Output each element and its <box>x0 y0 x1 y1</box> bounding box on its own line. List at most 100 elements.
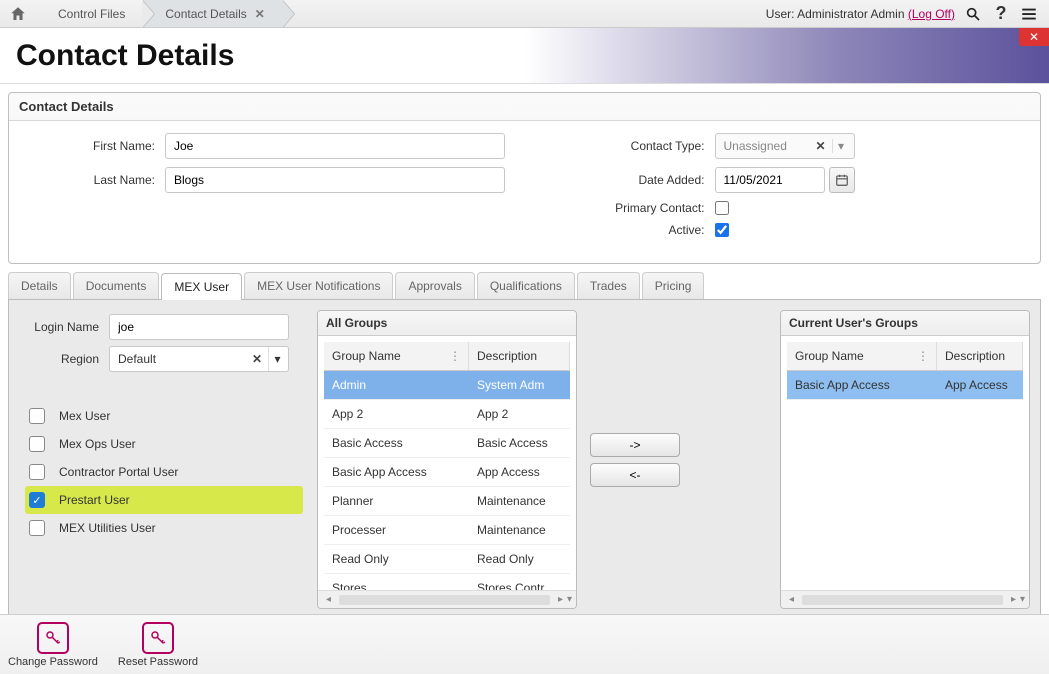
tab-content-mex-user: Login Name Region Default ✕ ▾ Mex User <box>8 300 1041 620</box>
kebab-icon[interactable]: ⋮ <box>449 349 460 363</box>
checkbox[interactable] <box>29 464 45 480</box>
contact-type-value: Unassigned <box>724 139 787 153</box>
active-checkbox[interactable] <box>715 223 729 237</box>
close-icon[interactable]: ✕ <box>255 7 265 21</box>
table-row[interactable]: App 2App 2 <box>324 400 570 429</box>
checkbox[interactable]: ✓ <box>29 492 45 508</box>
page-title: Contact Details <box>16 39 234 73</box>
col-group-name[interactable]: Group Name⋮ <box>324 342 469 370</box>
check-mex-user[interactable]: Mex User <box>25 402 303 430</box>
move-right-button[interactable]: -> <box>590 433 680 457</box>
chevron-down-icon[interactable]: ▾ <box>567 594 572 605</box>
check-contractor-portal-user[interactable]: Contractor Portal User <box>25 458 303 486</box>
grid-body[interactable]: Basic App AccessApp Access <box>787 371 1023 590</box>
search-icon[interactable] <box>963 4 983 24</box>
first-name-field[interactable] <box>165 133 505 159</box>
scroll-left-icon[interactable]: ◂ <box>785 594 798 605</box>
table-row[interactable]: ProcesserMaintenance <box>324 516 570 545</box>
check-mex-ops-user[interactable]: Mex Ops User <box>25 430 303 458</box>
horizontal-scrollbar[interactable]: ◂ ▸ ▾ <box>318 590 576 608</box>
grid-title: All Groups <box>318 311 576 336</box>
tab-mex-user-notifications[interactable]: MEX User Notifications <box>244 272 393 299</box>
contact-type-combo[interactable]: Unassigned ✕ ▾ <box>715 133 855 159</box>
grid-header: Group Name⋮ Description <box>324 342 570 371</box>
panel-title: Contact Details <box>9 93 1040 121</box>
table-row[interactable]: Basic App AccessApp Access <box>787 371 1023 400</box>
login-name-label: Login Name <box>25 320 109 334</box>
table-row[interactable]: StoresStores Contr <box>324 574 570 590</box>
transfer-buttons: -> <- <box>585 310 685 609</box>
horizontal-scrollbar[interactable]: ◂ ▸ ▾ <box>781 590 1029 608</box>
contact-details-panel: Contact Details First Name: Last Name: C… <box>8 92 1041 264</box>
key-icon <box>37 622 69 654</box>
checkbox[interactable] <box>29 520 45 536</box>
help-icon[interactable]: ? <box>991 4 1011 24</box>
move-left-button[interactable]: <- <box>590 463 680 487</box>
home-icon <box>9 5 27 23</box>
chevron-down-icon[interactable]: ▾ <box>832 139 850 153</box>
first-name-label: First Name: <box>25 139 165 153</box>
table-row[interactable]: Basic App AccessApp Access <box>324 458 570 487</box>
top-breadcrumb-bar: Control Files Contact Details ✕ User: Ad… <box>0 0 1049 28</box>
tab-mex-user[interactable]: MEX User <box>161 273 242 300</box>
tab-trades[interactable]: Trades <box>577 272 640 299</box>
scroll-right-icon[interactable]: ▸ <box>1007 594 1020 605</box>
clear-icon[interactable]: ✕ <box>809 139 831 153</box>
clear-icon[interactable]: ✕ <box>246 352 268 366</box>
date-added-label: Date Added: <box>545 173 715 187</box>
current-groups-grid: Current User's Groups Group Name⋮ Descri… <box>780 310 1030 609</box>
tab-approvals[interactable]: Approvals <box>395 272 474 299</box>
col-group-name[interactable]: Group Name⋮ <box>787 342 937 370</box>
col-description[interactable]: Description <box>937 342 1023 370</box>
tab-documents[interactable]: Documents <box>73 272 160 299</box>
primary-contact-checkbox[interactable] <box>715 201 729 215</box>
scroll-right-icon[interactable]: ▸ <box>554 594 567 605</box>
change-password-button[interactable]: Change Password <box>8 622 98 668</box>
chevron-down-icon[interactable]: ▾ <box>1020 594 1025 605</box>
home-button[interactable] <box>0 0 36 27</box>
chevron-down-icon[interactable]: ▾ <box>268 347 286 371</box>
tab-qualifications[interactable]: Qualifications <box>477 272 575 299</box>
tab-pricing[interactable]: Pricing <box>642 272 705 299</box>
scroll-left-icon[interactable]: ◂ <box>322 594 335 605</box>
grid-body[interactable]: AdminSystem Adm App 2App 2 Basic AccessB… <box>324 371 570 590</box>
last-name-label: Last Name: <box>25 173 165 187</box>
breadcrumb-control-files[interactable]: Control Files <box>36 0 143 27</box>
menu-icon[interactable] <box>1019 4 1039 24</box>
tab-details[interactable]: Details <box>8 272 71 299</box>
checkbox[interactable] <box>29 408 45 424</box>
kebab-icon[interactable]: ⋮ <box>917 349 928 363</box>
table-row[interactable]: AdminSystem Adm <box>324 371 570 400</box>
logoff-link[interactable]: (Log Off) <box>908 7 955 21</box>
contact-type-label: Contact Type: <box>545 139 715 153</box>
all-groups-grid: All Groups Group Name⋮ Description Admin… <box>317 310 577 609</box>
tabs: Details Documents MEX User MEX User Noti… <box>8 272 1041 300</box>
table-row[interactable]: Basic AccessBasic Access <box>324 429 570 458</box>
region-label: Region <box>25 352 109 366</box>
region-value: Default <box>118 352 156 366</box>
reset-password-button[interactable]: Reset Password <box>118 622 198 668</box>
calendar-icon <box>835 173 849 187</box>
breadcrumb-label: Control Files <box>58 7 125 21</box>
date-added-field[interactable] <box>715 167 825 193</box>
calendar-button[interactable] <box>829 167 855 193</box>
breadcrumb-contact-details[interactable]: Contact Details ✕ <box>143 0 282 27</box>
last-name-field[interactable] <box>165 167 505 193</box>
login-name-field[interactable] <box>109 314 289 340</box>
grid-header: Group Name⋮ Description <box>787 342 1023 371</box>
table-row[interactable]: PlannerMaintenance <box>324 487 570 516</box>
key-icon <box>142 622 174 654</box>
table-row[interactable]: Read OnlyRead Only <box>324 545 570 574</box>
check-prestart-user[interactable]: ✓ Prestart User <box>25 486 303 514</box>
region-combo[interactable]: Default ✕ ▾ <box>109 346 289 372</box>
grid-title: Current User's Groups <box>781 311 1029 336</box>
active-label: Active: <box>545 223 715 237</box>
col-description[interactable]: Description <box>469 342 570 370</box>
checkbox[interactable] <box>29 436 45 452</box>
mex-user-form: Login Name Region Default ✕ ▾ Mex User <box>19 310 309 609</box>
title-banner: Contact Details ✕ <box>0 28 1049 84</box>
close-button[interactable]: ✕ <box>1019 28 1049 46</box>
bottom-toolbar: Change Password Reset Password <box>0 614 1049 674</box>
check-mex-utilities-user[interactable]: MEX Utilities User <box>25 514 303 542</box>
user-label: User: Administrator Admin (Log Off) <box>766 7 955 21</box>
